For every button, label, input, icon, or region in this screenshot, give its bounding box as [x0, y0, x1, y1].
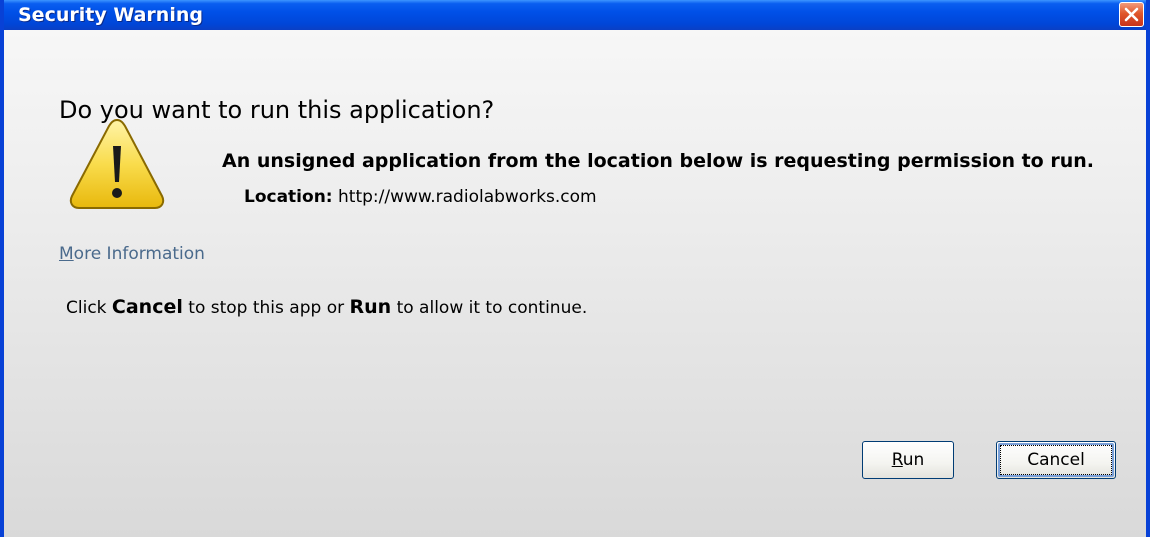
more-info-accelerator: M: [59, 244, 74, 264]
close-button[interactable]: [1119, 2, 1144, 27]
run-accelerator: R: [891, 450, 903, 470]
more-info-label: ore Information: [73, 244, 205, 264]
security-warning-window: Security Warning Do you want to run this…: [0, 0, 1150, 537]
close-icon: [1124, 7, 1139, 22]
cancel-button[interactable]: Cancel: [996, 441, 1116, 479]
run-label: un: [902, 450, 925, 470]
window-title: Security Warning: [18, 4, 203, 26]
permission-message: An unsigned application from the locatio…: [222, 150, 1094, 172]
more-information-link[interactable]: More Information: [59, 243, 205, 265]
run-button[interactable]: Run: [862, 441, 954, 479]
instructions-part3: to allow it to continue.: [391, 298, 588, 318]
warning-icon: [69, 118, 165, 209]
instructions-cancel-word: Cancel: [111, 296, 183, 318]
location-label: Location:: [244, 187, 333, 207]
instructions-run-word: Run: [349, 296, 392, 318]
instructions-part2: to stop this app or: [182, 298, 350, 318]
title-bar[interactable]: Security Warning: [4, 0, 1146, 30]
location-row: Location: http://www.radiolabworks.com: [244, 186, 597, 208]
location-value: http://www.radiolabworks.com: [338, 187, 597, 207]
dialog-body: Do you want to run this application? An …: [4, 30, 1146, 537]
cancel-label: Cancel: [1027, 450, 1085, 470]
instructions-part1: Click: [66, 298, 112, 318]
instructions-text: Click Cancel to stop this app or Run to …: [66, 296, 587, 319]
